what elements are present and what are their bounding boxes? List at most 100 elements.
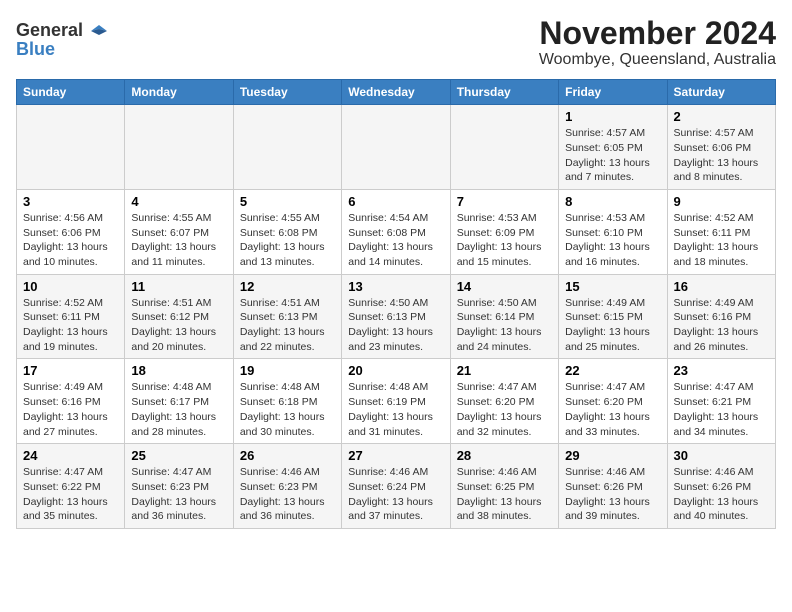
day-number: 25 bbox=[131, 448, 226, 463]
day-info: Sunrise: 4:48 AM Sunset: 6:18 PM Dayligh… bbox=[240, 380, 335, 439]
day-number: 19 bbox=[240, 363, 335, 378]
page-subtitle: Woombye, Queensland, Australia bbox=[539, 51, 776, 69]
calendar-cell: 10 Sunrise: 4:52 AM Sunset: 6:11 PM Dayli… bbox=[17, 274, 125, 359]
calendar-cell: 19 Sunrise: 4:48 AM Sunset: 6:18 PM Dayli… bbox=[233, 359, 341, 444]
day-number: 27 bbox=[348, 448, 443, 463]
day-number: 24 bbox=[23, 448, 118, 463]
calendar-cell: 12 Sunrise: 4:51 AM Sunset: 6:13 PM Dayli… bbox=[233, 274, 341, 359]
calendar-cell: 8 Sunrise: 4:53 AM Sunset: 6:10 PM Daylig… bbox=[559, 189, 667, 274]
day-info: Sunrise: 4:53 AM Sunset: 6:09 PM Dayligh… bbox=[457, 211, 552, 270]
calendar-cell bbox=[17, 105, 125, 190]
calendar-table: SundayMondayTuesdayWednesdayThursdayFrid… bbox=[16, 79, 776, 529]
calendar-week-row: 3Sunrise: 4:56 AM Sunset: 6:06 PM Daylig… bbox=[17, 189, 776, 274]
logo: General Blue bbox=[16, 16, 107, 60]
calendar-header-row: SundayMondayTuesdayWednesdayThursdayFrid… bbox=[17, 80, 776, 105]
day-number: 2 bbox=[674, 109, 769, 124]
day-number: 11 bbox=[131, 279, 226, 294]
day-number: 8 bbox=[565, 194, 660, 209]
day-info: Sunrise: 4:47 AM Sunset: 6:20 PM Dayligh… bbox=[565, 380, 660, 439]
day-number: 5 bbox=[240, 194, 335, 209]
calendar-cell: 2 Sunrise: 4:57 AM Sunset: 6:06 PM Daylig… bbox=[667, 105, 775, 190]
day-info: Sunrise: 4:46 AM Sunset: 6:26 PM Dayligh… bbox=[674, 465, 769, 524]
day-info: Sunrise: 4:57 AM Sunset: 6:06 PM Dayligh… bbox=[674, 126, 769, 185]
weekday-header: Wednesday bbox=[342, 80, 450, 105]
day-info: Sunrise: 4:51 AM Sunset: 6:12 PM Dayligh… bbox=[131, 296, 226, 355]
calendar-cell: 27 Sunrise: 4:46 AM Sunset: 6:24 PM Dayli… bbox=[342, 444, 450, 529]
day-number: 10 bbox=[23, 279, 118, 294]
day-number: 30 bbox=[674, 448, 769, 463]
day-info: Sunrise: 4:55 AM Sunset: 6:08 PM Dayligh… bbox=[240, 211, 335, 270]
day-number: 15 bbox=[565, 279, 660, 294]
day-number: 9 bbox=[674, 194, 769, 209]
calendar-cell: 1Sunrise: 4:57 AM Sunset: 6:05 PM Daylig… bbox=[559, 105, 667, 190]
weekday-header: Sunday bbox=[17, 80, 125, 105]
day-number: 16 bbox=[674, 279, 769, 294]
calendar-cell: 21Sunrise: 4:47 AM Sunset: 6:20 PM Dayli… bbox=[450, 359, 558, 444]
day-info: Sunrise: 4:52 AM Sunset: 6:11 PM Dayligh… bbox=[674, 211, 769, 270]
weekday-header: Thursday bbox=[450, 80, 558, 105]
calendar-cell: 13 Sunrise: 4:50 AM Sunset: 6:13 PM Dayli… bbox=[342, 274, 450, 359]
calendar-cell: 22Sunrise: 4:47 AM Sunset: 6:20 PM Dayli… bbox=[559, 359, 667, 444]
day-info: Sunrise: 4:57 AM Sunset: 6:05 PM Dayligh… bbox=[565, 126, 660, 185]
calendar-cell: 7 Sunrise: 4:53 AM Sunset: 6:09 PM Daylig… bbox=[450, 189, 558, 274]
day-number: 29 bbox=[565, 448, 660, 463]
day-info: Sunrise: 4:50 AM Sunset: 6:13 PM Dayligh… bbox=[348, 296, 443, 355]
calendar-cell bbox=[450, 105, 558, 190]
calendar-cell: 14 Sunrise: 4:50 AM Sunset: 6:14 PM Dayli… bbox=[450, 274, 558, 359]
day-info: Sunrise: 4:54 AM Sunset: 6:08 PM Dayligh… bbox=[348, 211, 443, 270]
day-number: 20 bbox=[348, 363, 443, 378]
day-info: Sunrise: 4:46 AM Sunset: 6:26 PM Dayligh… bbox=[565, 465, 660, 524]
day-info: Sunrise: 4:47 AM Sunset: 6:22 PM Dayligh… bbox=[23, 465, 118, 524]
header: General Blue November 2024 Woombye, Quee… bbox=[16, 16, 776, 69]
title-area: November 2024 Woombye, Queensland, Austr… bbox=[539, 16, 776, 69]
calendar-cell: 3Sunrise: 4:56 AM Sunset: 6:06 PM Daylig… bbox=[17, 189, 125, 274]
day-info: Sunrise: 4:51 AM Sunset: 6:13 PM Dayligh… bbox=[240, 296, 335, 355]
calendar-week-row: 17 Sunrise: 4:49 AM Sunset: 6:16 PM Dayli… bbox=[17, 359, 776, 444]
day-number: 17 bbox=[23, 363, 118, 378]
calendar-cell: 4Sunrise: 4:55 AM Sunset: 6:07 PM Daylig… bbox=[125, 189, 233, 274]
calendar-cell: 30 Sunrise: 4:46 AM Sunset: 6:26 PM Dayli… bbox=[667, 444, 775, 529]
day-number: 18 bbox=[131, 363, 226, 378]
day-info: Sunrise: 4:46 AM Sunset: 6:24 PM Dayligh… bbox=[348, 465, 443, 524]
day-info: Sunrise: 4:49 AM Sunset: 6:16 PM Dayligh… bbox=[23, 380, 118, 439]
day-number: 12 bbox=[240, 279, 335, 294]
day-info: Sunrise: 4:48 AM Sunset: 6:19 PM Dayligh… bbox=[348, 380, 443, 439]
weekday-header: Monday bbox=[125, 80, 233, 105]
day-number: 7 bbox=[457, 194, 552, 209]
calendar-cell: 26 Sunrise: 4:46 AM Sunset: 6:23 PM Dayli… bbox=[233, 444, 341, 529]
calendar-cell: 29 Sunrise: 4:46 AM Sunset: 6:26 PM Dayli… bbox=[559, 444, 667, 529]
calendar-cell: 18Sunrise: 4:48 AM Sunset: 6:17 PM Dayli… bbox=[125, 359, 233, 444]
calendar-cell: 24 Sunrise: 4:47 AM Sunset: 6:22 PM Dayli… bbox=[17, 444, 125, 529]
day-info: Sunrise: 4:47 AM Sunset: 6:21 PM Dayligh… bbox=[674, 380, 769, 439]
day-info: Sunrise: 4:46 AM Sunset: 6:25 PM Dayligh… bbox=[457, 465, 552, 524]
weekday-header: Friday bbox=[559, 80, 667, 105]
calendar-cell bbox=[342, 105, 450, 190]
calendar-cell: 23Sunrise: 4:47 AM Sunset: 6:21 PM Dayli… bbox=[667, 359, 775, 444]
calendar-cell: 6 Sunrise: 4:54 AM Sunset: 6:08 PM Daylig… bbox=[342, 189, 450, 274]
day-info: Sunrise: 4:50 AM Sunset: 6:14 PM Dayligh… bbox=[457, 296, 552, 355]
day-number: 14 bbox=[457, 279, 552, 294]
weekday-header: Tuesday bbox=[233, 80, 341, 105]
day-number: 3 bbox=[23, 194, 118, 209]
day-info: Sunrise: 4:53 AM Sunset: 6:10 PM Dayligh… bbox=[565, 211, 660, 270]
day-number: 21 bbox=[457, 363, 552, 378]
calendar-cell: 25 Sunrise: 4:47 AM Sunset: 6:23 PM Dayli… bbox=[125, 444, 233, 529]
calendar-cell: 28 Sunrise: 4:46 AM Sunset: 6:25 PM Dayli… bbox=[450, 444, 558, 529]
weekday-header: Saturday bbox=[667, 80, 775, 105]
calendar-cell bbox=[125, 105, 233, 190]
day-info: Sunrise: 4:49 AM Sunset: 6:16 PM Dayligh… bbox=[674, 296, 769, 355]
day-info: Sunrise: 4:49 AM Sunset: 6:15 PM Dayligh… bbox=[565, 296, 660, 355]
logo-general-text: General bbox=[16, 20, 83, 41]
calendar-cell: 16 Sunrise: 4:49 AM Sunset: 6:16 PM Dayli… bbox=[667, 274, 775, 359]
day-info: Sunrise: 4:46 AM Sunset: 6:23 PM Dayligh… bbox=[240, 465, 335, 524]
calendar-cell bbox=[233, 105, 341, 190]
day-number: 6 bbox=[348, 194, 443, 209]
calendar-cell: 5 Sunrise: 4:55 AM Sunset: 6:08 PM Daylig… bbox=[233, 189, 341, 274]
day-info: Sunrise: 4:47 AM Sunset: 6:23 PM Dayligh… bbox=[131, 465, 226, 524]
logo-blue-text: Blue bbox=[16, 39, 55, 60]
day-number: 26 bbox=[240, 448, 335, 463]
day-info: Sunrise: 4:52 AM Sunset: 6:11 PM Dayligh… bbox=[23, 296, 118, 355]
calendar-cell: 15 Sunrise: 4:49 AM Sunset: 6:15 PM Dayli… bbox=[559, 274, 667, 359]
day-number: 13 bbox=[348, 279, 443, 294]
day-number: 28 bbox=[457, 448, 552, 463]
